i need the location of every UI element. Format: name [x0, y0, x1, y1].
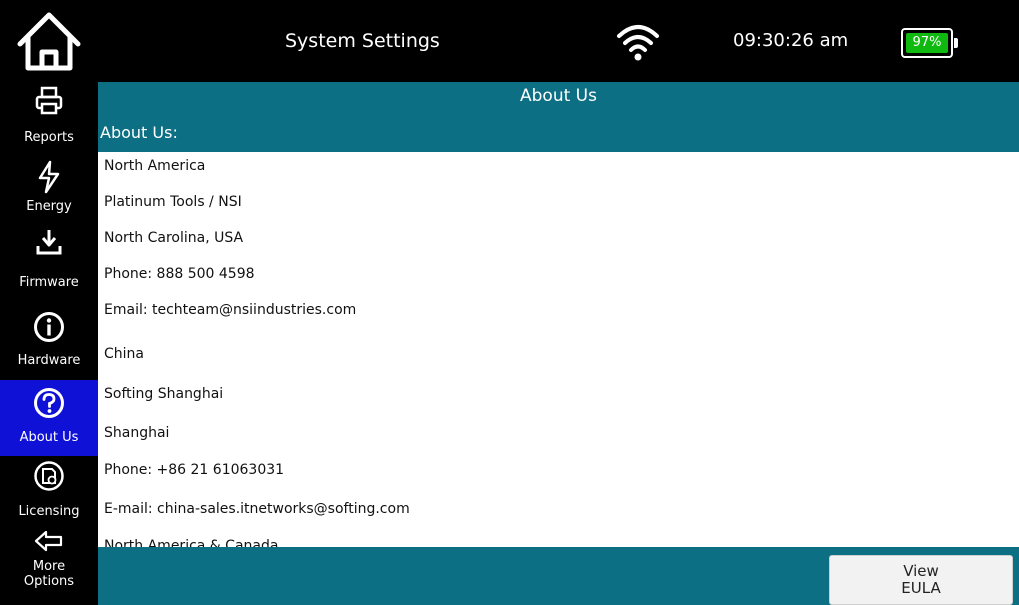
sidebar-item-firmware[interactable]: Firmware [0, 222, 98, 302]
footer-bar: View EULA [98, 547, 1019, 605]
sidebar-item-about-us[interactable]: About Us [0, 380, 98, 456]
page-title: System Settings [285, 30, 440, 52]
content-line: North Carolina, USA [104, 230, 244, 246]
lightning-icon [38, 160, 60, 194]
download-icon [36, 230, 62, 255]
sidebar-item-label: Energy [26, 199, 72, 214]
license-icon [34, 461, 64, 491]
sidebar-item-label-line2: Options [23, 574, 75, 589]
sidebar-item-label: Firmware [19, 275, 79, 290]
about-us-content[interactable]: North America Platinum Tools / NSI North… [98, 152, 1019, 547]
sidebar-item-reports[interactable]: Reports [0, 82, 98, 146]
sidebar-item-label: Licensing [18, 504, 80, 519]
printer-icon [35, 86, 63, 115]
content-line: Platinum Tools / NSI [104, 194, 242, 210]
home-button[interactable] [0, 0, 98, 82]
question-icon [34, 388, 64, 418]
sidebar-item-label: Hardware [17, 353, 81, 368]
sidebar-item-label: About Us [19, 430, 79, 445]
content-line: E-mail: china-sales.itnetworks@softing.c… [104, 501, 410, 517]
sidebar-item-energy[interactable]: Energy [0, 146, 98, 222]
clock: 09:30:26 am [733, 30, 849, 51]
view-eula-button[interactable]: View EULA [829, 555, 1013, 605]
content-line: North America & Canada [104, 538, 279, 547]
content-line: Softing Shanghai [104, 386, 224, 402]
sidebar-item-label: More [32, 559, 66, 574]
content-line: North America [104, 158, 206, 174]
sidebar: Reports Energy Firmware Hardware About U… [0, 82, 98, 605]
sidebar-item-label: Reports [24, 130, 74, 145]
sidebar-item-hardware[interactable]: Hardware [0, 302, 98, 380]
sidebar-item-licensing[interactable]: Licensing [0, 456, 98, 528]
wifi-icon [616, 22, 660, 66]
top-bar: System Settings 09:30:26 am 97% [0, 0, 1019, 82]
content-line: Phone: +86 21 61063031 [104, 462, 285, 478]
battery-icon: 97% [901, 28, 958, 58]
content-line: Shanghai [104, 425, 170, 441]
content-line: Email: techteam@nsiindustries.com [104, 302, 357, 318]
view-eula-label-line2: EULA [901, 579, 941, 597]
section-title: About Us [520, 86, 597, 106]
info-icon [34, 312, 64, 342]
section-header: About Us About Us: [98, 82, 1019, 152]
view-eula-label-line1: View [903, 562, 939, 580]
home-icon [17, 12, 81, 71]
content-line: Phone: 888 500 4598 [104, 266, 255, 282]
content-line: China [104, 346, 144, 362]
sidebar-item-more-options[interactable]: More Options [0, 528, 98, 605]
section-subtitle: About Us: [100, 123, 178, 142]
back-arrow-icon [34, 530, 63, 552]
battery-percentage: 97% [912, 35, 942, 50]
